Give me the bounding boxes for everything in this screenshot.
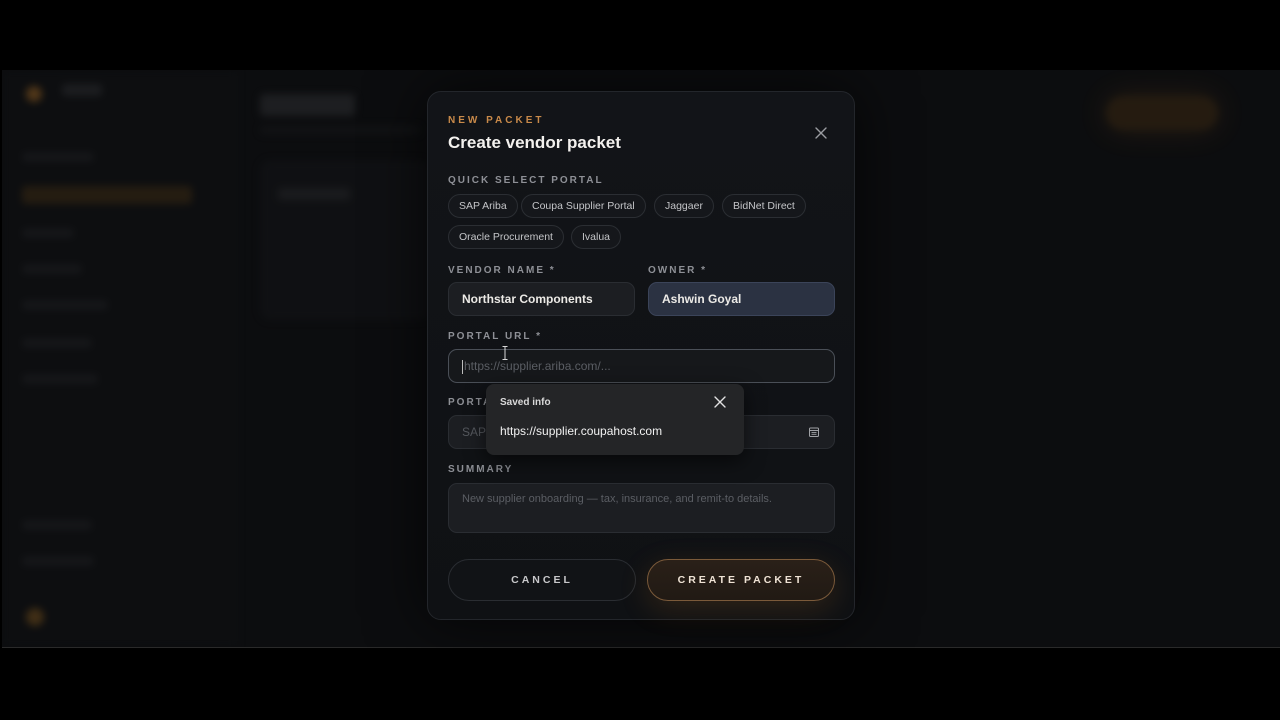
text-cursor-icon: [502, 346, 508, 360]
close-button[interactable]: [812, 124, 830, 142]
owner-field[interactable]: Ashwin Goyal: [648, 282, 835, 316]
summary-label: SUMMARY: [448, 464, 514, 475]
background-panel: [260, 160, 430, 320]
portal-url-label: PORTAL URL *: [448, 331, 543, 342]
background-avatar: [26, 608, 44, 626]
portal-chip-ivalua[interactable]: Ivalua: [571, 225, 622, 249]
calendar-icon: [809, 427, 819, 437]
vendor-name-field[interactable]: Northstar Components: [448, 282, 635, 316]
background-logo: [26, 86, 42, 102]
autofill-popup: Saved info https://supplier.coupahost.co…: [486, 384, 744, 455]
create-packet-button[interactable]: CREATE PACKET: [647, 559, 835, 601]
portal-select-value: SAP: [462, 425, 487, 439]
background-primary-button: [1106, 96, 1218, 130]
cancel-button[interactable]: CANCEL: [448, 559, 636, 601]
quick-select-label: QUICK SELECT PORTAL: [448, 175, 604, 186]
close-icon: [815, 127, 827, 139]
portal-chip-jaggaer[interactable]: Jaggaer: [654, 194, 714, 218]
portal-chip-oracle[interactable]: Oracle Procurement: [448, 225, 564, 249]
autofill-suggestion[interactable]: https://supplier.coupahost.com: [500, 424, 662, 438]
text-caret: [462, 359, 463, 374]
portal-url-placeholder: https://supplier.ariba.com/...: [464, 359, 611, 373]
portal-chip-sap-ariba[interactable]: SAP Ariba: [448, 194, 518, 218]
modal-title: Create vendor packet: [448, 133, 621, 152]
portal-chip-coupa[interactable]: Coupa Supplier Portal: [521, 194, 646, 218]
modal-eyebrow: NEW PACKET: [448, 115, 545, 126]
vendor-name-label: VENDOR NAME *: [448, 265, 556, 276]
autofill-close-icon[interactable]: [713, 395, 727, 409]
autofill-title: Saved info: [500, 397, 551, 408]
create-packet-modal: NEW PACKET Create vendor packet QUICK SE…: [427, 91, 855, 620]
portal-chip-bidnet[interactable]: BidNet Direct: [722, 194, 806, 218]
background-page-title: [260, 94, 355, 116]
owner-label: OWNER *: [648, 265, 707, 276]
summary-placeholder: New supplier onboarding — tax, insurance…: [462, 493, 772, 505]
summary-textarea[interactable]: New supplier onboarding — tax, insurance…: [448, 483, 835, 533]
